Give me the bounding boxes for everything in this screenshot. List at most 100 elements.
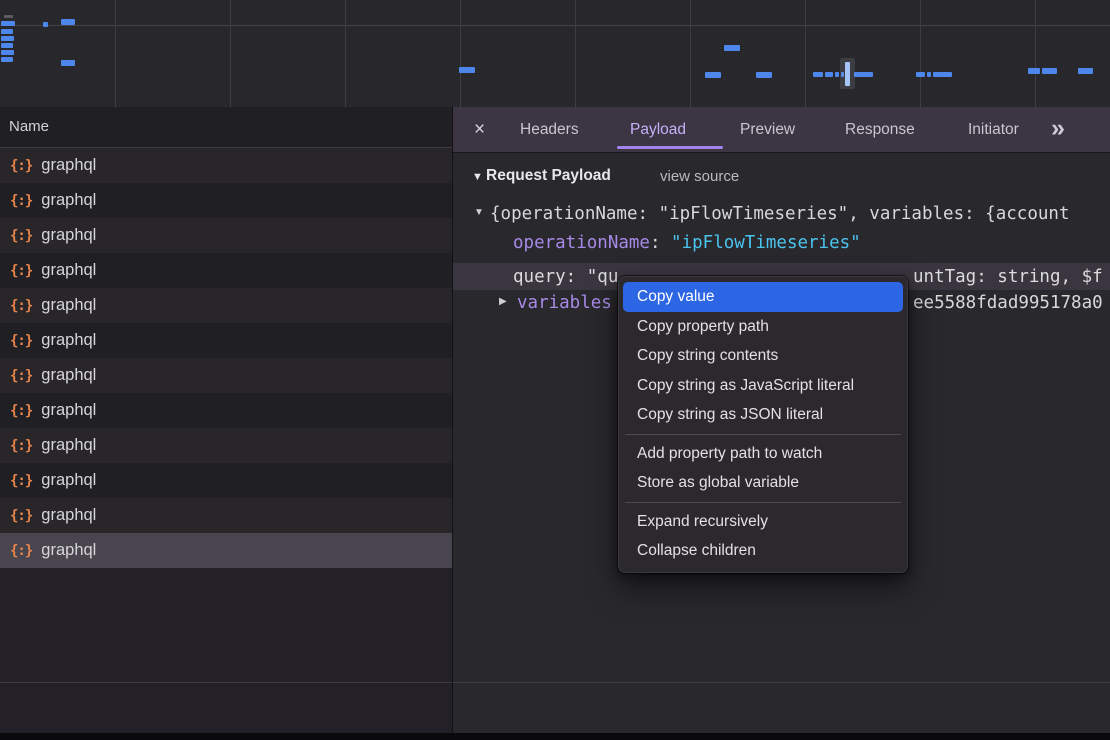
menu-item-store-as-global-variable[interactable]: Store as global variable	[623, 468, 903, 498]
overview-vertical-gridline	[1035, 0, 1036, 107]
request-timing-bar	[854, 72, 873, 77]
request-row[interactable]: {:}graphql	[0, 463, 452, 498]
request-timing-bar	[927, 72, 931, 77]
tab-preview[interactable]: Preview	[740, 107, 795, 153]
request-name: graphql	[41, 296, 96, 315]
overview-vertical-gridline	[230, 0, 231, 107]
operation-name-line[interactable]: operationName: "ipFlowTimeseries"	[453, 232, 1110, 254]
operation-name-text: operationName: "ipFlowTimeseries"	[513, 232, 861, 254]
expand-triangle-icon[interactable]: ▶	[499, 296, 507, 307]
request-row[interactable]: {:}graphql	[0, 393, 452, 428]
network-overview-timeline[interactable]	[0, 0, 1110, 107]
variables-key: variables	[517, 292, 612, 314]
request-name: graphql	[41, 191, 96, 210]
request-timing-bar	[43, 22, 48, 27]
request-name: graphql	[41, 156, 96, 175]
detail-tabs-bar: × HeadersPayloadPreviewResponseInitiator…	[453, 107, 1110, 153]
menu-item-expand-recursively[interactable]: Expand recursively	[623, 507, 903, 537]
overview-vertical-gridline	[805, 0, 806, 107]
view-source-link[interactable]: view source	[660, 168, 739, 185]
request-timing-bar	[459, 67, 475, 73]
request-name: graphql	[41, 436, 96, 455]
request-row[interactable]: {:}graphql	[0, 533, 452, 568]
menu-item-copy-string-contents[interactable]: Copy string contents	[623, 341, 903, 371]
name-column-header[interactable]: Name	[0, 107, 452, 148]
request-timing-bar	[825, 72, 833, 77]
menu-item-copy-value[interactable]: Copy value	[623, 282, 903, 312]
request-row[interactable]: {:} graphql	[0, 498, 452, 533]
json-braces-icon: {:}	[10, 228, 32, 244]
request-timing-bar	[61, 19, 75, 25]
json-braces-icon: {:}	[10, 333, 32, 349]
request-row[interactable]: {:}graphql	[0, 148, 452, 183]
request-timing-bar	[1, 36, 14, 41]
json-braces-icon: {:}	[10, 193, 32, 209]
json-braces-icon: {:}	[10, 473, 32, 489]
payload-root-line[interactable]: ▼ {operationName: "ipFlowTimeseries", va…	[453, 203, 1110, 225]
collapse-triangle-icon[interactable]: ▼	[472, 171, 483, 183]
request-row[interactable]: {:} graphql	[0, 183, 452, 218]
menu-separator	[625, 502, 901, 503]
overview-vertical-gridline	[575, 0, 576, 107]
query-text-right-fragment: untTag: string, $f	[908, 266, 1103, 288]
request-rows-container: {:} graphql {:} graphql {:} graphql {:} graphql…	[0, 148, 452, 568]
property-key: operationName	[513, 233, 650, 253]
menu-separator	[625, 434, 901, 435]
overview-position-marker	[845, 62, 850, 86]
request-timing-bar	[916, 72, 925, 77]
collapse-triangle-icon[interactable]: ▼	[474, 207, 484, 218]
json-braces-icon: {:}	[10, 543, 32, 559]
summary-separator	[0, 682, 1110, 683]
request-timing-bar	[1, 50, 14, 55]
menu-item-add-property-path-to-watch[interactable]: Add property path to watch	[623, 439, 903, 469]
query-text-left: query: "qu	[513, 266, 618, 288]
menu-item-copy-string-as-json-literal[interactable]: Copy string as JSON literal	[623, 400, 903, 430]
overview-vertical-gridline	[345, 0, 346, 107]
request-timing-bar	[61, 60, 75, 66]
menu-item-copy-string-as-javascript-literal[interactable]: Copy string as JavaScript literal	[623, 371, 903, 401]
close-icon[interactable]: ×	[474, 107, 485, 153]
overview-vertical-gridline	[920, 0, 921, 107]
request-row[interactable]: {:}graphql	[0, 428, 452, 463]
request-timing-bar	[835, 72, 839, 77]
request-timing-bar	[1, 21, 15, 26]
request-timing-bar	[813, 72, 823, 77]
tab-initiator[interactable]: Initiator	[968, 107, 1019, 153]
key-separator: :	[650, 233, 671, 253]
bottom-black-bar	[0, 733, 1110, 740]
request-name: graphql	[41, 506, 96, 525]
devtools-network-panel: Name {:}graphql{:}graphql{:}graphql{:}gr…	[0, 0, 1110, 740]
variables-right-fragment: ee5588fdad995178a0	[908, 292, 1103, 314]
menu-item-copy-property-path[interactable]: Copy property path	[623, 312, 903, 342]
property-value: "ipFlowTimeseries"	[671, 233, 861, 253]
overview-horizontal-gridline	[0, 25, 1110, 26]
request-timing-bar	[933, 72, 952, 77]
active-tab-underline	[617, 146, 723, 149]
request-row[interactable]: {:}graphql	[0, 253, 452, 288]
tab-response[interactable]: Response	[845, 107, 915, 153]
menu-item-collapse-children[interactable]: Collapse children	[623, 536, 903, 566]
tab-headers[interactable]: Headers	[520, 107, 579, 153]
request-row[interactable]: {:}graphql	[0, 323, 452, 358]
panel-divider[interactable]	[452, 107, 453, 733]
request-timing-bar	[705, 72, 721, 78]
overview-vertical-gridline	[690, 0, 691, 107]
request-row[interactable]: {:}graphql	[0, 358, 452, 393]
json-braces-icon: {:}	[10, 508, 32, 524]
context-menu: Copy valueCopy property pathCopy string …	[618, 276, 908, 573]
overview-vertical-gridline	[115, 0, 116, 107]
request-timing-bar	[1078, 68, 1093, 74]
more-tabs-icon[interactable]: »	[1051, 107, 1063, 151]
request-row[interactable]: {:} graphql	[0, 218, 452, 253]
overview-gray-tick	[4, 15, 13, 18]
request-timing-bar	[1, 57, 13, 62]
payload-preview-text: {operationName: "ipFlowTimeseries", vari…	[490, 203, 1110, 225]
request-row[interactable]: {:}graphql	[0, 288, 452, 323]
request-timing-bar	[1042, 68, 1057, 74]
json-braces-icon: {:}	[10, 403, 32, 419]
request-name: graphql	[41, 226, 96, 245]
request-name: graphql	[41, 366, 96, 385]
request-timing-bar	[724, 45, 740, 51]
request-timing-bar	[1, 29, 13, 34]
overview-vertical-gridline	[460, 0, 461, 107]
